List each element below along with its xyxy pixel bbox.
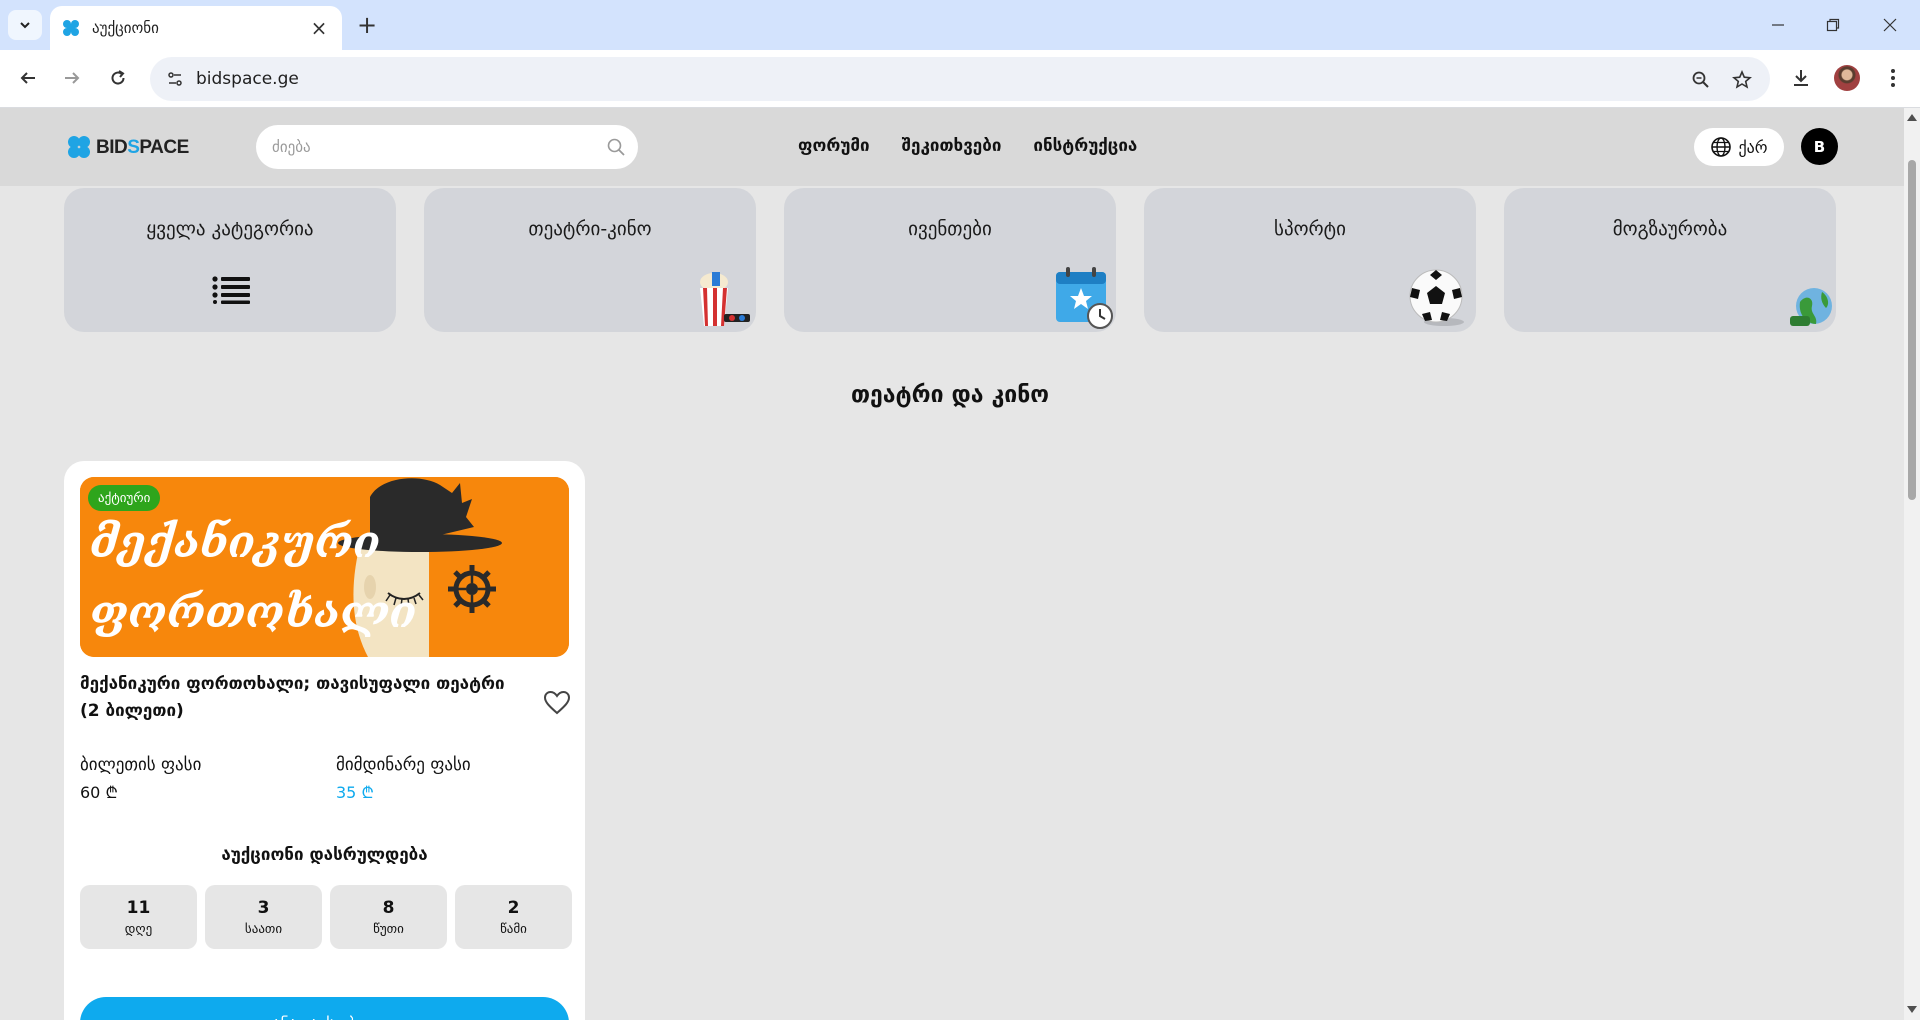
profile-avatar [1834, 65, 1860, 91]
countdown-value: 8 [382, 897, 395, 918]
search-input[interactable] [256, 125, 638, 169]
back-button[interactable] [12, 62, 44, 94]
globe-icon [1711, 137, 1732, 157]
category-label: მოგზაურობა [1612, 218, 1728, 240]
ticket-price-label: ბილეთის ფასი [80, 755, 202, 775]
countdown-value: 3 [257, 897, 270, 918]
heart-icon[interactable] [543, 689, 571, 717]
reload-button[interactable] [102, 62, 134, 94]
countdown-seconds: 2 წამი [455, 885, 572, 949]
scroll-down-arrow-icon[interactable] [1907, 1006, 1917, 1013]
language-label: ქარ [1738, 137, 1768, 157]
minimize-button[interactable] [1758, 8, 1798, 42]
countdown-value: 2 [507, 897, 520, 918]
tab-title: აუქციონი [92, 19, 159, 37]
forward-button[interactable] [56, 62, 88, 94]
current-price-label: მიმდინარე ფასი [336, 755, 471, 775]
logo-mark-icon [68, 136, 92, 160]
globe-icon [1790, 288, 1832, 326]
nav-instructions[interactable]: ინსტრუქცია [1033, 136, 1137, 156]
countdown-minutes: 8 წუთი [330, 885, 447, 949]
chevron-down-icon [20, 22, 30, 29]
address-bar[interactable]: bidspace.ge [150, 57, 1770, 101]
site-logo[interactable]: BIDSPACE [68, 136, 189, 160]
scroll-thumb[interactable] [1908, 160, 1916, 500]
bookmark-star-icon[interactable] [1729, 67, 1755, 93]
auction-card: მექანიკური ფორთოხალი აქტიური მექანიკური … [64, 461, 585, 1020]
new-tab-button[interactable]: + [352, 10, 382, 40]
calendar-icon [1056, 267, 1113, 329]
reload-icon [111, 70, 125, 85]
countdown-hours: 3 საათი [205, 885, 322, 949]
site-info-icon[interactable] [162, 66, 188, 92]
category-sport[interactable]: სპორტი [1144, 188, 1476, 332]
countdown-unit: საათი [244, 921, 283, 937]
category-events[interactable]: ივენთები [784, 188, 1116, 332]
category-label: სპორტი [1274, 218, 1346, 240]
ticket-price-block: ბილეთის ფასი 60 ₾ [80, 755, 201, 803]
poster-text-line1: მექანიკური [90, 517, 380, 568]
category-label: ივენთები [908, 218, 992, 240]
category-all[interactable]: ყველა კატეგორია [64, 188, 396, 332]
list-icon [212, 276, 250, 304]
place-bid-button[interactable]: განათავსე ბიდი [80, 997, 569, 1020]
profile-button[interactable] [1832, 63, 1862, 93]
zoom-icon[interactable] [1688, 67, 1714, 93]
status-badge: აქტიური [88, 485, 161, 511]
category-theater-cinema[interactable]: თეატრი-კინო [424, 188, 756, 332]
user-avatar[interactable]: B [1801, 128, 1838, 165]
search-icon[interactable] [606, 137, 626, 157]
poster-text-line2: ფორთოხალი [90, 587, 417, 638]
section-title: თეატრი და კინო [850, 382, 1050, 408]
scroll-up-arrow-icon[interactable] [1907, 114, 1917, 121]
nav-forum[interactable]: ფორუმი [798, 136, 870, 156]
restore-icon [1826, 18, 1840, 32]
browser-toolbar: bidspace.ge [0, 50, 1920, 108]
category-list: ყველა კატეგორია თეატრი-კინო ივენთები სპო… [64, 188, 1836, 332]
countdown-unit: დღე [124, 921, 153, 937]
browser-tab[interactable]: აუქციონი × [50, 6, 342, 50]
current-price-block: მიმდინარე ფასი 35 ₾ [336, 755, 471, 803]
soccer-ball-icon [1409, 269, 1464, 326]
browser-menu-icon[interactable] [1878, 63, 1908, 93]
close-window-button[interactable] [1870, 8, 1910, 42]
countdown-unit: წუთი [373, 921, 404, 937]
countdown-unit: წამი [500, 921, 527, 937]
browser-tab-bar: აუქციონი × + [0, 0, 1920, 50]
countdown-days: 11 დღე [80, 885, 197, 949]
arrow-left-icon [20, 72, 35, 84]
category-label: ყველა კატეგორია [146, 218, 314, 240]
bidspace-favicon-icon [63, 20, 79, 36]
restore-button[interactable] [1813, 8, 1853, 42]
current-price-value: 35 ₾ [336, 783, 374, 802]
nav-questions[interactable]: შეკითხვები [902, 136, 1002, 156]
auction-title[interactable]: მექანიკური ფორთოხალი; თავისუფალი თეატრი … [80, 671, 510, 725]
arrow-right-icon [65, 72, 80, 84]
ticket-price-value: 60 ₾ [80, 783, 118, 802]
minimize-icon [1772, 24, 1784, 26]
search-bar [256, 125, 638, 169]
site-header: BIDSPACE ფორუმი შეკითხვები ინსტრუქცია ქა… [0, 108, 1904, 186]
tab-close-icon[interactable]: × [308, 16, 330, 40]
auction-image[interactable]: მექანიკური ფორთოხალი აქტიური [80, 477, 569, 657]
language-switcher[interactable]: ქარ [1694, 128, 1784, 166]
category-label: თეატრი-კინო [528, 218, 652, 240]
close-icon [1883, 18, 1897, 32]
url-text[interactable]: bidspace.ge [196, 69, 299, 89]
web-page: BIDSPACE ფორუმი შეკითხვები ინსტრუქცია ქა… [0, 108, 1904, 1020]
countdown-value: 11 [126, 897, 151, 918]
downloads-icon[interactable] [1786, 63, 1816, 93]
auction-ends-label: აუქციონი დასრულდება [221, 845, 428, 865]
popcorn-icon [700, 272, 750, 326]
category-travel[interactable]: მოგზაურობა [1504, 188, 1836, 332]
page-scrollbar[interactable] [1904, 108, 1920, 1020]
main-nav: ფორუმი შეკითხვები ინსტრუქცია [798, 136, 1137, 156]
logo-text: BIDSPACE [96, 137, 189, 158]
countdown-timer: 11 დღე 3 საათი 8 წუთი 2 წამი [80, 885, 572, 949]
tab-search-button[interactable] [8, 10, 42, 40]
